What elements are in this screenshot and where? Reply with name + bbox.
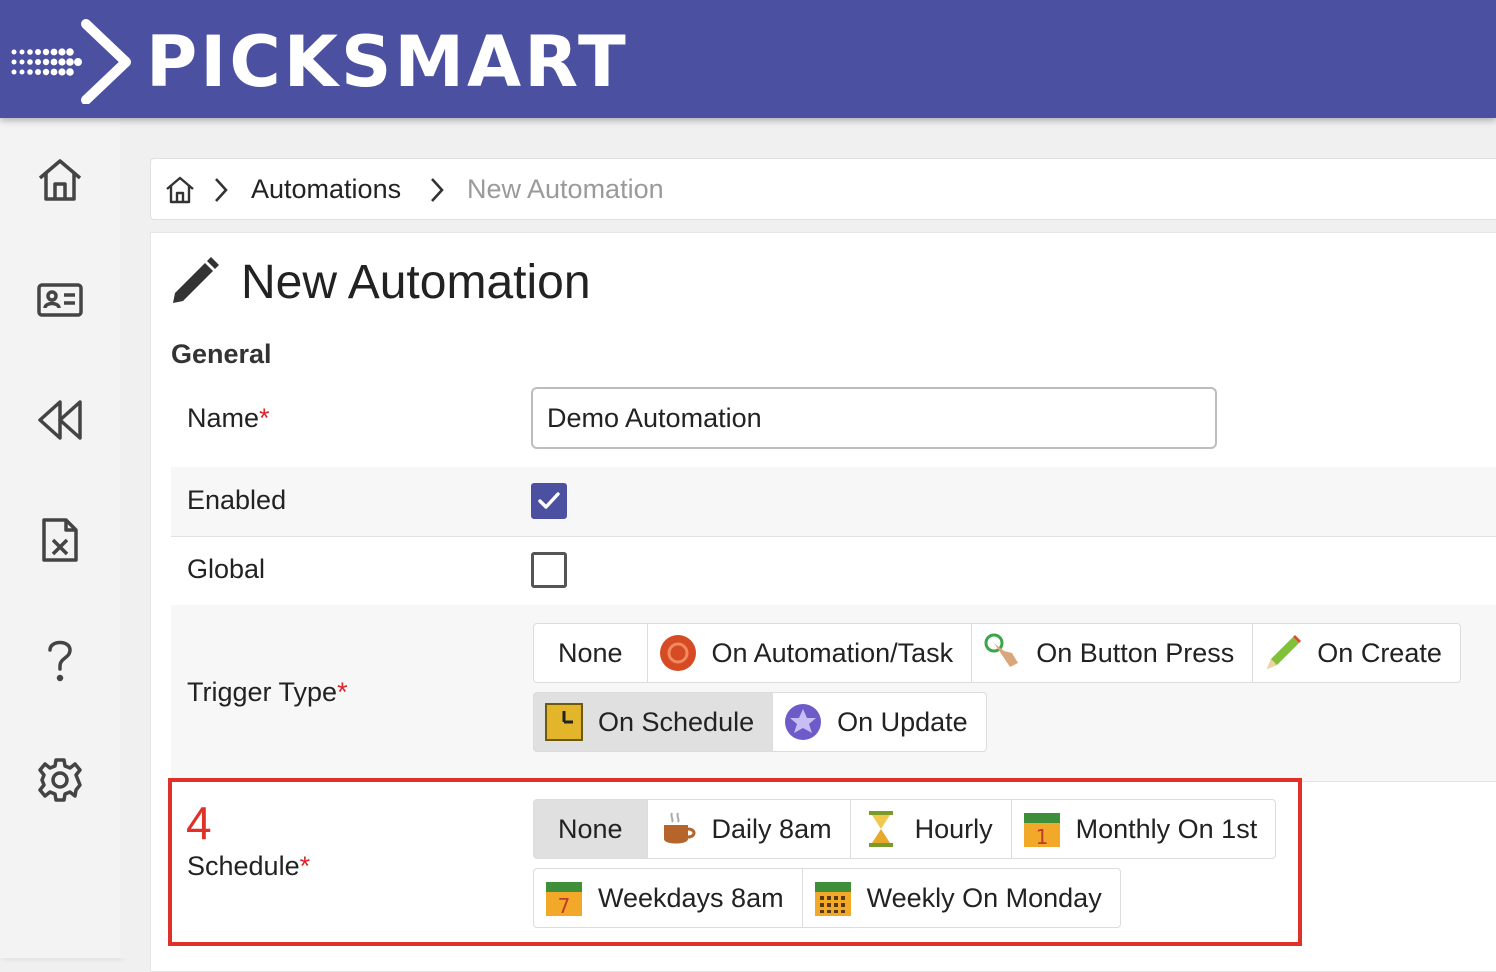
pencil-icon — [173, 257, 219, 303]
trigger-type-label: Trigger Type* — [187, 677, 348, 707]
sidebar — [0, 118, 121, 958]
breadcrumb-automations[interactable]: Automations — [251, 174, 401, 205]
help-icon[interactable] — [36, 636, 84, 684]
calendar-7-icon: 7 — [546, 882, 582, 918]
enabled-row: Enabled — [171, 467, 1496, 537]
name-input[interactable] — [531, 387, 1217, 449]
main-content: Automations New Automation New Automatio… — [120, 118, 1496, 972]
chevron-right-icon — [431, 178, 444, 202]
schedule-daily-8am-button[interactable]: Daily 8am — [646, 799, 851, 859]
global-label: Global — [187, 554, 266, 584]
schedule-hourly-button[interactable]: Hourly — [849, 799, 1012, 859]
app-header: PICKSMART — [0, 0, 1496, 118]
trigger-type-row: Trigger Type* None On Automation/Task On… — [171, 605, 1496, 782]
chevron-right-icon — [215, 178, 228, 202]
gear-icon[interactable] — [36, 756, 84, 804]
star-icon — [785, 704, 822, 740]
rewind-icon[interactable] — [36, 396, 84, 444]
hand-press-icon — [984, 633, 1019, 667]
trigger-none-button[interactable]: None — [533, 623, 648, 683]
logo-icon — [11, 19, 131, 104]
breadcrumb-home-icon[interactable] — [165, 175, 195, 205]
schedule-weekly-on-monday-button[interactable]: Weekly On Monday — [801, 868, 1121, 928]
home-icon[interactable] — [36, 156, 84, 204]
trigger-options-row2: On Schedule On Update — [533, 692, 987, 752]
id-card-icon[interactable] — [36, 276, 84, 324]
trigger-options-row1: None On Automation/Task On Button Press … — [533, 623, 1461, 683]
enabled-label: Enabled — [187, 485, 287, 515]
svg-text:7: 7 — [558, 894, 571, 918]
schedule-weekdays-8am-button[interactable]: 7 Weekdays 8am — [533, 868, 803, 928]
global-row: Global — [171, 536, 1496, 606]
schedule-row: Schedule* None Daily 8am Hourly 1 Monthl… — [171, 781, 1496, 971]
schedule-options-row2: 7 Weekdays 8am Weekly On Monday — [533, 868, 1121, 928]
pencil-icon — [1267, 635, 1302, 669]
name-label: Name* — [187, 403, 270, 433]
calendar-grid-icon — [814, 882, 851, 916]
calendar-1-icon: 1 — [1023, 813, 1060, 849]
schedule-label: Schedule* — [187, 851, 311, 881]
schedule-monthly-on-1st-button[interactable]: 1 Monthly On 1st — [1010, 799, 1277, 859]
trigger-on-automation-button[interactable]: On Automation/Task — [646, 623, 973, 683]
brand-name: PICKSMART — [146, 21, 629, 103]
form-panel: New Automation General Name* Enabled Glo… — [150, 232, 1496, 972]
global-checkbox[interactable] — [531, 552, 567, 588]
clock-icon — [545, 703, 583, 741]
coffee-icon — [663, 812, 696, 844]
breadcrumb: Automations New Automation — [150, 158, 1496, 220]
trigger-on-button-press-button[interactable]: On Button Press — [971, 623, 1254, 683]
check-icon — [538, 492, 560, 509]
trigger-on-schedule-button[interactable]: On Schedule — [533, 692, 774, 752]
section-general: General — [171, 339, 272, 369]
page-title: New Automation — [241, 256, 591, 309]
hourglass-icon — [868, 811, 893, 847]
schedule-options-row1: None Daily 8am Hourly 1 Monthly On 1st — [533, 799, 1277, 859]
trigger-on-update-button[interactable]: On Update — [772, 692, 987, 752]
step-number: 4 — [186, 797, 212, 849]
record-icon — [659, 635, 696, 671]
schedule-none-button[interactable]: None — [533, 799, 648, 859]
excel-file-icon[interactable] — [36, 516, 84, 564]
name-row: Name* — [171, 387, 1496, 468]
svg-text:1: 1 — [1035, 825, 1048, 849]
enabled-checkbox[interactable] — [531, 483, 567, 519]
trigger-on-create-button[interactable]: On Create — [1252, 623, 1461, 683]
breadcrumb-current: New Automation — [467, 174, 664, 204]
